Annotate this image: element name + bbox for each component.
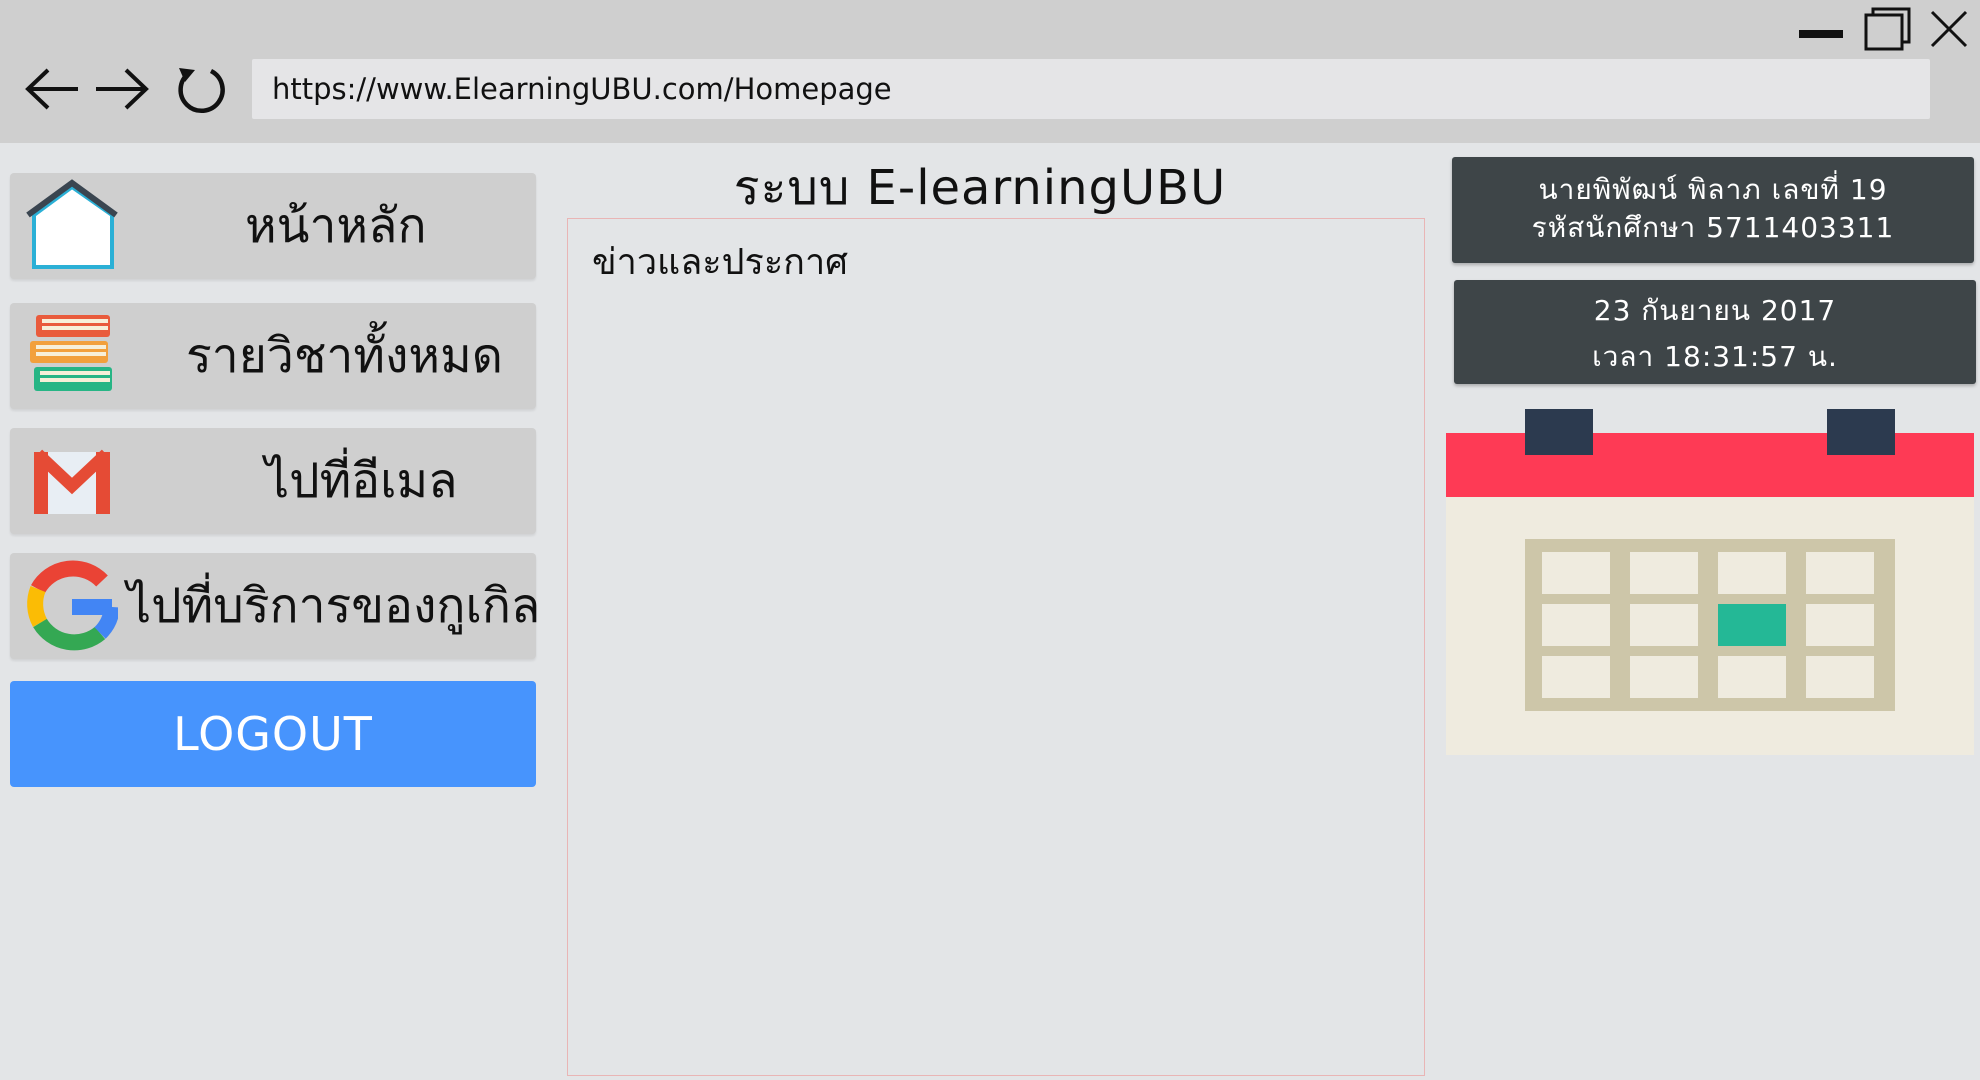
news-heading: ข่าวและประกาศ bbox=[592, 242, 849, 283]
student-id: รหัสนักศึกษา 5711403311 bbox=[1531, 211, 1895, 244]
sidebar-item-label: ไปที่บริการของกูเกิล bbox=[127, 578, 541, 634]
minimize-icon[interactable] bbox=[1796, 6, 1846, 52]
sidebar-item-label: หน้าหลัก bbox=[245, 198, 427, 254]
forward-arrow-icon[interactable] bbox=[90, 60, 154, 118]
home-icon bbox=[26, 179, 118, 269]
logout-button[interactable]: LOGOUT bbox=[10, 681, 536, 787]
reload-icon[interactable] bbox=[168, 60, 232, 118]
student-name: นายพิพัฒน์ พิลาภ เลขที่ 19 bbox=[1538, 173, 1888, 206]
news-panel: ข่าวและประกาศ bbox=[567, 218, 1425, 1076]
sidebar-item-label: รายวิชาทั้งหมด bbox=[186, 328, 503, 384]
calendar-icon bbox=[1446, 409, 1974, 755]
page-title: ระบบ E-learningUBU bbox=[733, 160, 1227, 216]
current-date: 23 กันยายน 2017 bbox=[1593, 294, 1837, 327]
maximize-icon[interactable] bbox=[1862, 6, 1912, 52]
sidebar-item-courses[interactable]: รายวิชาทั้งหมด bbox=[10, 303, 536, 409]
books-icon bbox=[30, 315, 112, 391]
sidebar-item-home[interactable]: หน้าหลัก bbox=[10, 173, 536, 279]
current-time: เวลา 18:31:57 น. bbox=[1592, 340, 1838, 373]
gmail-icon bbox=[33, 449, 111, 514]
back-arrow-icon[interactable] bbox=[20, 60, 84, 118]
sidebar-item-label: ไปที่อีเมล bbox=[265, 453, 458, 509]
google-icon bbox=[27, 560, 118, 651]
sidebar-item-google[interactable]: ไปที่บริการของกูเกิล bbox=[10, 553, 540, 659]
datetime-card: 23 กันยายน 2017 เวลา 18:31:57 น. bbox=[1454, 280, 1976, 384]
browser-chrome: https://www.ElearningUBU.com/Homepage bbox=[0, 0, 1980, 143]
sidebar-item-email[interactable]: ไปที่อีเมล bbox=[10, 428, 536, 534]
url-input[interactable]: https://www.ElearningUBU.com/Homepage bbox=[252, 59, 1930, 119]
profile-card: นายพิพัฒน์ พิลาภ เลขที่ 19 รหัสนักศึกษา … bbox=[1452, 157, 1974, 263]
close-icon[interactable] bbox=[1924, 6, 1974, 52]
